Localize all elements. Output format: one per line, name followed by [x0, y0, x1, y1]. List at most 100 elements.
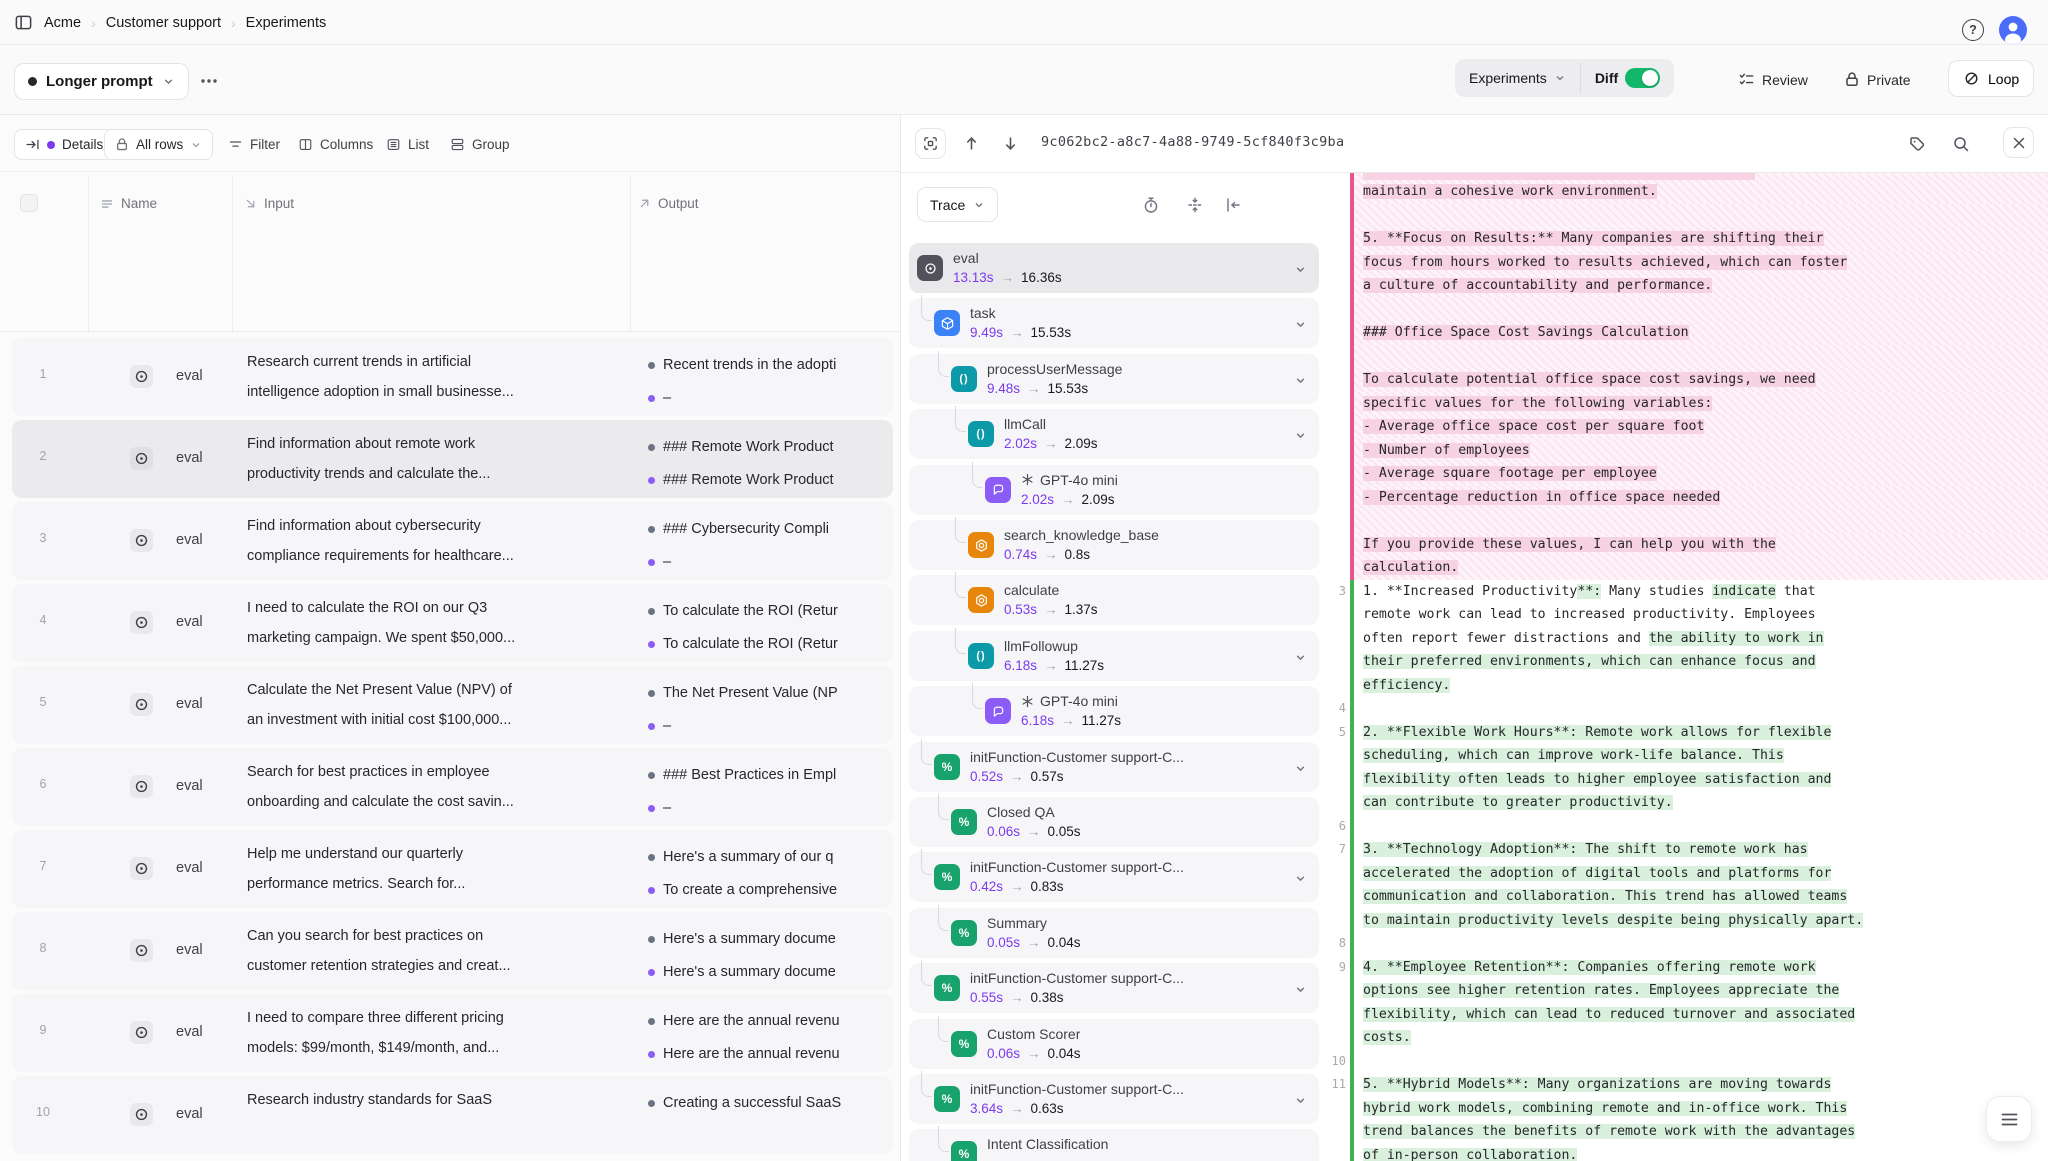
search-icon[interactable]	[1952, 135, 1970, 153]
loop-button[interactable]: Loop	[1948, 60, 2034, 97]
chevron-down-icon[interactable]	[1294, 263, 1307, 276]
trace-span-row[interactable]: %initFunction-Customer support-C... 0.52…	[909, 742, 1319, 792]
diff-line-number	[1326, 486, 1350, 510]
trace-span-row[interactable]: ()llmCall 2.02s→2.09s	[909, 409, 1319, 459]
review-button[interactable]: Review	[1732, 70, 1814, 89]
span-name: calculate	[1004, 582, 1059, 598]
group-button[interactable]: Group	[442, 129, 518, 160]
trace-span-row[interactable]: ()llmFollowup 6.18s→11.27s	[909, 631, 1319, 681]
close-icon[interactable]	[2003, 127, 2034, 158]
chevron-down-icon	[1554, 72, 1566, 84]
collapse-panel-icon[interactable]	[1223, 195, 1243, 215]
filter-button[interactable]: Filter	[220, 129, 288, 160]
chevron-down-icon[interactable]	[1294, 872, 1307, 885]
trace-id[interactable]: 9c062bc2-a8c7-4a88-9749-5cf840f3c9ba	[1041, 134, 1344, 150]
column-header-name[interactable]: Name	[100, 196, 157, 211]
table-row[interactable]: 2 evalFind information about remote work…	[12, 420, 893, 498]
breadcrumb-org[interactable]: Acme	[44, 15, 81, 31]
chevron-down-icon[interactable]	[1294, 762, 1307, 775]
column-header-input[interactable]: Input	[244, 196, 294, 211]
tree-connector	[938, 1126, 949, 1152]
sidebar-toggle-icon[interactable]	[14, 13, 33, 32]
row-name: eval	[176, 368, 203, 384]
table-row[interactable]: 5 evalCalculate the Net Present Value (N…	[12, 666, 893, 744]
diff-toggle[interactable]	[1625, 68, 1660, 88]
experiments-view-selector[interactable]: Experiments	[1455, 59, 1580, 97]
text-lines-icon	[100, 197, 114, 211]
row-number: 5	[26, 695, 60, 709]
diff-line-number	[1326, 509, 1350, 533]
row-number: 10	[26, 1105, 60, 1119]
breadcrumb-section[interactable]: Experiments	[246, 15, 327, 31]
chevron-down-icon[interactable]	[1294, 983, 1307, 996]
table-row[interactable]: 10 evalResearch industry standards for S…	[12, 1076, 893, 1154]
output-bullet-gray	[648, 854, 655, 861]
trace-span-row[interactable]: search_knowledge_base 0.74s→0.8s	[909, 520, 1319, 570]
trace-span-row[interactable]: GPT-4o mini 6.18s→11.27s	[909, 686, 1319, 736]
details-button[interactable]: Details	[14, 129, 114, 160]
table-row[interactable]: 6 evalSearch for best practices in emplo…	[12, 748, 893, 826]
previous-row-icon[interactable]	[963, 135, 980, 152]
expand-trace-icon[interactable]	[915, 128, 946, 159]
row-name: eval	[176, 1024, 203, 1040]
trace-span-row[interactable]: %Closed QA 0.06s→0.05s	[909, 797, 1319, 847]
column-header-output[interactable]: Output	[638, 196, 699, 211]
diff-line-number	[1326, 909, 1350, 933]
diff-line-number	[1326, 862, 1350, 886]
breadcrumb-project[interactable]: Customer support	[106, 15, 221, 31]
diff-line-number: 5	[1326, 721, 1350, 745]
chevron-down-icon[interactable]	[1294, 318, 1307, 331]
next-row-icon[interactable]	[1002, 135, 1019, 152]
trace-span-row[interactable]: %Custom Scorer 0.06s→0.04s	[909, 1019, 1319, 1069]
breadcrumb-separator-icon: ›	[231, 15, 236, 31]
trace-span-row[interactable]: task 9.49s→15.53s	[909, 298, 1319, 348]
private-button[interactable]: Private	[1838, 70, 1917, 89]
chevron-down-icon[interactable]	[1294, 651, 1307, 664]
tag-icon[interactable]	[1908, 135, 1926, 153]
table-row[interactable]: 7 evalHelp me understand our quarterlype…	[12, 830, 893, 908]
trace-span-row[interactable]: ()processUserMessage 9.48s→15.53s	[909, 354, 1319, 404]
table-row[interactable]: 8 evalCan you search for best practices …	[12, 912, 893, 990]
trace-span-row[interactable]: calculate 0.53s→1.37s	[909, 575, 1319, 625]
chevron-down-icon[interactable]	[1294, 374, 1307, 387]
group-icon	[450, 137, 465, 152]
table-row[interactable]: 9 evalI need to compare three different …	[12, 994, 893, 1072]
trace-span-row[interactable]: %initFunction-Customer support-C... 0.55…	[909, 963, 1319, 1013]
collapse-vertical-icon[interactable]	[1185, 195, 1205, 215]
avatar[interactable]	[1999, 16, 2027, 44]
columns-button[interactable]: Columns	[290, 129, 381, 160]
trace-span-row[interactable]: %Summary 0.05s→0.04s	[909, 908, 1319, 958]
table-row[interactable]: 1 evalResearch current trends in artific…	[12, 338, 893, 416]
trace-span-row[interactable]: %initFunction-Customer support-C... 0.42…	[909, 852, 1319, 902]
details-status-dot	[47, 141, 55, 149]
trace-span-row[interactable]: %Intent Classification	[909, 1129, 1319, 1161]
trace-span-row[interactable]: GPT-4o mini 2.02s→2.09s	[909, 465, 1319, 515]
eval-icon	[130, 529, 153, 552]
output-bullet-gray	[648, 526, 655, 533]
chevron-down-icon[interactable]	[1294, 1094, 1307, 1107]
chevron-down-icon	[162, 75, 175, 88]
chevron-down-icon[interactable]	[1294, 429, 1307, 442]
trace-view-selector[interactable]: Trace	[917, 187, 998, 222]
span-name: llmCall	[1004, 416, 1046, 432]
select-all-checkbox[interactable]	[20, 194, 38, 212]
more-options-button[interactable]	[196, 70, 222, 92]
timing-icon[interactable]	[1141, 195, 1161, 215]
diff-line-number	[1326, 345, 1350, 369]
trace-span-row[interactable]: %initFunction-Customer support-C... 3.64…	[909, 1074, 1319, 1124]
rows-filter-button[interactable]: All rows	[104, 129, 213, 160]
table-row[interactable]: 3 evalFind information about cybersecuri…	[12, 502, 893, 580]
help-icon[interactable]: ?	[1962, 19, 1984, 41]
floating-menu-button[interactable]	[1986, 1096, 2032, 1142]
list-button[interactable]: List	[378, 129, 437, 160]
span-type-icon	[968, 587, 994, 613]
table-row[interactable]: 4 evalI need to calculate the ROI on our…	[12, 584, 893, 662]
trace-span-row[interactable]: eval 13.13s→16.36s	[909, 243, 1319, 293]
diff-line-number: 7	[1326, 838, 1350, 862]
span-name: GPT-4o mini	[1021, 472, 1118, 488]
diff-line-number	[1326, 556, 1350, 580]
diff-added-line: 6	[1326, 815, 2048, 839]
experiment-selector[interactable]: Longer prompt	[14, 63, 189, 100]
eval-icon	[130, 1103, 153, 1126]
row-number: 8	[26, 941, 60, 955]
